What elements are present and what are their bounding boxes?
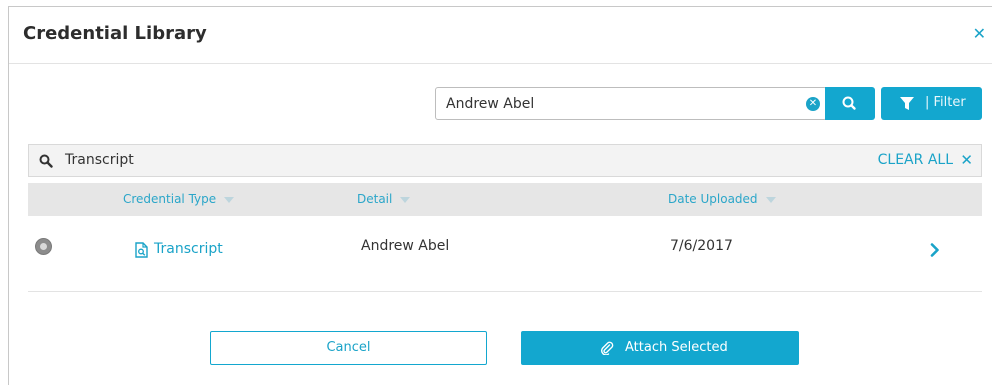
credential-type-link[interactable]: Transcript <box>154 241 223 257</box>
attach-selected-label: Attach Selected <box>625 340 728 355</box>
search-icon <box>842 96 856 110</box>
cell-date-uploaded: 7/6/2017 <box>670 238 733 254</box>
column-credential-type[interactable]: Credential Type <box>123 192 235 206</box>
search-field: ✕ <box>435 87 827 120</box>
clear-input-icon[interactable]: ✕ <box>806 97 820 111</box>
column-label: Date Uploaded <box>668 192 758 206</box>
credential-library-modal: Credential Library ✕ ✕ | Filter Transcri… <box>8 6 992 385</box>
modal-header: Credential Library ✕ <box>9 7 992 64</box>
chevron-right-icon[interactable] <box>930 243 940 257</box>
table-header: Credential Type Detail Date Uploaded <box>28 183 982 216</box>
document-search-icon <box>135 242 148 258</box>
column-detail[interactable]: Detail <box>357 192 411 206</box>
attach-selected-button[interactable]: Attach Selected <box>521 331 799 365</box>
table-row: Transcript Andrew Abel 7/6/2017 <box>28 216 982 292</box>
paperclip-icon <box>601 341 614 355</box>
filter-icon <box>900 97 914 110</box>
filter-button[interactable]: | Filter <box>881 87 982 120</box>
sort-caret-icon <box>224 196 235 203</box>
close-icon[interactable]: ✕ <box>973 24 986 43</box>
search-icon <box>39 154 53 168</box>
close-icon[interactable]: ✕ <box>960 151 973 169</box>
column-date-uploaded[interactable]: Date Uploaded <box>668 192 776 206</box>
column-label: Credential Type <box>123 192 217 206</box>
row-select-radio[interactable] <box>35 238 52 255</box>
cancel-button[interactable]: Cancel <box>210 331 487 365</box>
search-input[interactable] <box>446 88 786 119</box>
active-filter-bar: Transcript CLEAR ALL ✕ <box>28 144 982 177</box>
modal-title: Credential Library <box>23 23 207 44</box>
filter-label: | Filter <box>925 95 966 110</box>
column-label: Detail <box>357 192 393 206</box>
active-filter-text: Transcript <box>65 152 134 168</box>
cell-detail: Andrew Abel <box>361 238 450 254</box>
clear-all-link[interactable]: CLEAR ALL <box>878 152 953 168</box>
sort-caret-icon <box>765 196 776 203</box>
sort-caret-icon <box>400 196 411 203</box>
search-button[interactable] <box>825 87 875 120</box>
